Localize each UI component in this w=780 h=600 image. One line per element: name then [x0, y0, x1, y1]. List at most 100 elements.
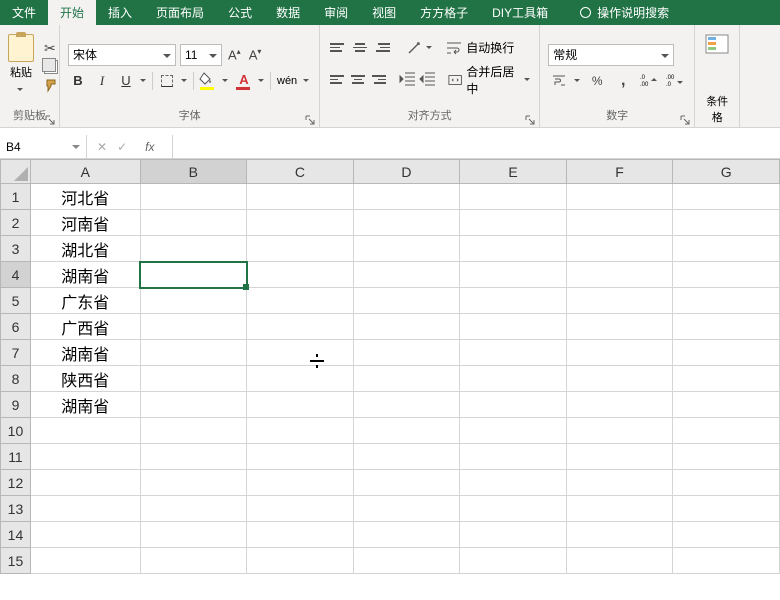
cell-B15[interactable]: [140, 548, 247, 574]
cell-C11[interactable]: [247, 444, 354, 470]
cell-A9[interactable]: 湖南省: [30, 392, 140, 418]
insert-function-button[interactable]: fx: [137, 140, 162, 154]
menu-ffgz[interactable]: 方方格子: [408, 0, 480, 25]
cell-C6[interactable]: [247, 314, 354, 340]
cell-G13[interactable]: [673, 496, 780, 522]
cell-F12[interactable]: [566, 470, 673, 496]
cell-E7[interactable]: [460, 340, 567, 366]
cell-F5[interactable]: [566, 288, 673, 314]
cell-F9[interactable]: [566, 392, 673, 418]
shrink-font-button[interactable]: A▾: [247, 47, 264, 62]
tell-me-search[interactable]: 操作说明搜索: [568, 0, 681, 25]
cell-E5[interactable]: [460, 288, 567, 314]
italic-button[interactable]: I: [92, 71, 112, 91]
column-header-G[interactable]: G: [673, 160, 780, 184]
accept-entry-button[interactable]: ✓: [117, 140, 127, 154]
cell-G3[interactable]: [673, 236, 780, 262]
cell-F4[interactable]: [566, 262, 673, 288]
cell-D2[interactable]: [353, 210, 460, 236]
borders-dropdown-icon[interactable]: [181, 71, 189, 91]
cell-E13[interactable]: [460, 496, 567, 522]
row-header-14[interactable]: 14: [1, 522, 31, 548]
cell-G7[interactable]: [673, 340, 780, 366]
underline-dropdown-icon[interactable]: [140, 71, 148, 91]
cell-D10[interactable]: [353, 418, 460, 444]
cell-D11[interactable]: [353, 444, 460, 470]
number-format-dropdown[interactable]: 常规: [548, 44, 674, 66]
cell-G9[interactable]: [673, 392, 780, 418]
cell-D5[interactable]: [353, 288, 460, 314]
menu-formulas[interactable]: 公式: [216, 0, 264, 25]
cell-C9[interactable]: [247, 392, 354, 418]
cell-E10[interactable]: [460, 418, 567, 444]
font-color-button[interactable]: A: [234, 72, 254, 90]
underline-button[interactable]: U: [116, 71, 136, 91]
cell-A5[interactable]: 广东省: [30, 288, 140, 314]
cell-B13[interactable]: [140, 496, 247, 522]
cell-A7[interactable]: 湖南省: [30, 340, 140, 366]
cell-B14[interactable]: [140, 522, 247, 548]
row-header-13[interactable]: 13: [1, 496, 31, 522]
row-header-8[interactable]: 8: [1, 366, 31, 392]
cell-F3[interactable]: [566, 236, 673, 262]
row-header-11[interactable]: 11: [1, 444, 31, 470]
row-header-2[interactable]: 2: [1, 210, 31, 236]
wrap-text-button[interactable]: 自动换行: [446, 39, 514, 56]
row-header-7[interactable]: 7: [1, 340, 31, 366]
borders-button[interactable]: [157, 71, 177, 91]
font-name-dropdown[interactable]: 宋体: [68, 44, 176, 66]
increase-decimal-button[interactable]: .0.00: [638, 71, 660, 91]
bold-button[interactable]: B: [68, 71, 88, 91]
cell-G10[interactable]: [673, 418, 780, 444]
cell-F7[interactable]: [566, 340, 673, 366]
row-header-9[interactable]: 9: [1, 392, 31, 418]
cell-C4[interactable]: [247, 262, 354, 288]
cell-C3[interactable]: [247, 236, 354, 262]
align-left-button[interactable]: [328, 71, 346, 89]
align-top-button[interactable]: [328, 39, 348, 57]
cell-C7[interactable]: [247, 340, 354, 366]
cell-B12[interactable]: [140, 470, 247, 496]
cell-D7[interactable]: [353, 340, 460, 366]
align-bottom-button[interactable]: [372, 39, 392, 57]
cell-G11[interactable]: [673, 444, 780, 470]
cell-B11[interactable]: [140, 444, 247, 470]
formula-input[interactable]: [173, 135, 780, 158]
cell-D9[interactable]: [353, 392, 460, 418]
cell-B9[interactable]: [140, 392, 247, 418]
cell-D8[interactable]: [353, 366, 460, 392]
number-dialog-launcher[interactable]: [680, 112, 692, 124]
paste-button[interactable]: 粘贴: [8, 34, 34, 100]
cell-F6[interactable]: [566, 314, 673, 340]
row-header-6[interactable]: 6: [1, 314, 31, 340]
merge-dropdown-icon[interactable]: [524, 70, 531, 90]
menu-diy[interactable]: DIY工具箱: [480, 0, 560, 25]
cell-B4[interactable]: [140, 262, 247, 288]
column-header-B[interactable]: B: [140, 160, 247, 184]
menu-review[interactable]: 审阅: [312, 0, 360, 25]
cell-D3[interactable]: [353, 236, 460, 262]
column-header-D[interactable]: D: [353, 160, 460, 184]
cell-F1[interactable]: [566, 184, 673, 210]
cell-D12[interactable]: [353, 470, 460, 496]
cell-G4[interactable]: [673, 262, 780, 288]
cell-E14[interactable]: [460, 522, 567, 548]
cell-B7[interactable]: [140, 340, 247, 366]
cell-A1[interactable]: 河北省: [30, 184, 140, 210]
cell-G15[interactable]: [673, 548, 780, 574]
align-center-button[interactable]: [349, 71, 367, 89]
cell-G8[interactable]: [673, 366, 780, 392]
cell-C1[interactable]: [247, 184, 354, 210]
paste-dropdown-icon[interactable]: [17, 80, 25, 100]
cell-C14[interactable]: [247, 522, 354, 548]
cell-A13[interactable]: [30, 496, 140, 522]
fill-dropdown-icon[interactable]: [222, 71, 230, 91]
font-dialog-launcher[interactable]: [305, 112, 317, 124]
menu-home[interactable]: 开始: [48, 0, 96, 25]
cell-D15[interactable]: [353, 548, 460, 574]
row-header-15[interactable]: 15: [1, 548, 31, 574]
cell-G12[interactable]: [673, 470, 780, 496]
cell-B8[interactable]: [140, 366, 247, 392]
copy-button[interactable]: [44, 60, 58, 74]
row-header-4[interactable]: 4: [1, 262, 31, 288]
